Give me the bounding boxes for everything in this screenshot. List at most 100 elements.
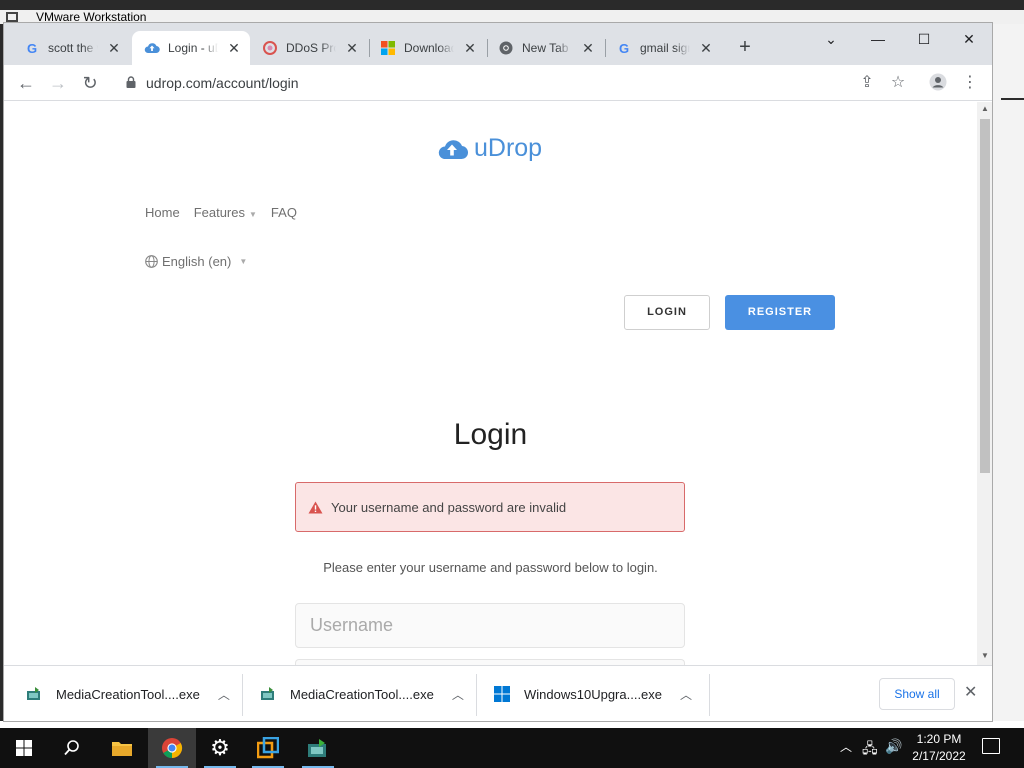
close-tab-icon[interactable]: ✕: [698, 40, 714, 56]
more-menu-icon[interactable]: ⋮: [960, 73, 980, 93]
system-clock[interactable]: 1:20 PM 2/17/2022: [906, 731, 972, 765]
google-icon: G: [618, 40, 630, 56]
folder-icon: [112, 742, 132, 756]
download-item[interactable]: Windows10Upgra....exe ︿: [494, 674, 692, 714]
caret-down-icon: ▼: [239, 257, 248, 266]
tab-title: New Tab: [522, 41, 569, 55]
tab-gmail[interactable]: G gmail sign ✕: [604, 31, 722, 65]
browser-toolbar: ← → ↻ udrop.com/account/login ⇪ ☆ ⋮: [4, 65, 992, 101]
notification-center-icon[interactable]: [982, 738, 1000, 754]
site-logo[interactable]: uDrop: [436, 134, 542, 163]
language-selector[interactable]: English (en) ▼: [145, 254, 247, 269]
maximize-button[interactable]: ☐: [910, 27, 938, 51]
chrome-icon: [498, 40, 514, 56]
tab-download[interactable]: Download ✕: [368, 31, 486, 65]
address-bar[interactable]: udrop.com/account/login: [146, 75, 299, 91]
close-tab-icon[interactable]: ✕: [580, 40, 596, 56]
taskbar-search[interactable]: [48, 728, 96, 768]
language-label: English (en): [162, 254, 232, 269]
tab-strip: G scott the w ✕ Login - uDr ✕ DDoS Prot …: [4, 23, 992, 65]
minimize-button[interactable]: —: [864, 27, 892, 51]
background-window-edge: [993, 24, 1024, 728]
register-button[interactable]: REGISTER: [725, 295, 835, 330]
download-filename: MediaCreationTool....exe: [56, 686, 200, 702]
close-download-shelf-icon[interactable]: ✕: [964, 682, 977, 702]
back-button[interactable]: ←: [14, 71, 38, 95]
taskbar-media-creation-tool[interactable]: [294, 728, 342, 768]
start-button[interactable]: [0, 728, 48, 768]
login-instructions: Please enter your username and password …: [323, 560, 658, 575]
download-filename: Windows10Upgra....exe: [524, 686, 663, 702]
reload-button[interactable]: ↻: [78, 71, 102, 95]
nav-home[interactable]: Home: [145, 205, 180, 220]
search-icon: [64, 740, 79, 756]
chrome-icon: [162, 738, 183, 759]
show-hidden-icons-chevron-icon[interactable]: ︿: [840, 738, 852, 755]
clock-time: 1:20 PM: [916, 732, 962, 746]
error-message: Your username and password are invalid: [331, 499, 567, 515]
tab-title: gmail sign: [640, 41, 690, 55]
error-alert: Your username and password are invalid: [295, 482, 685, 532]
ddos-icon: [262, 40, 278, 56]
close-window-button[interactable]: ✕: [955, 27, 983, 51]
chevron-up-icon[interactable]: ︿: [218, 686, 230, 703]
tab-login-udrop[interactable]: Login - uDr ✕: [132, 31, 250, 65]
bookmark-star-icon[interactable]: ☆: [888, 73, 908, 93]
download-filename: MediaCreationTool....exe: [290, 686, 434, 702]
chevron-up-icon[interactable]: ︿: [452, 686, 464, 703]
vmware-icon: [6, 12, 18, 22]
share-icon[interactable]: ⇪: [857, 73, 877, 93]
page-scrollbar[interactable]: ▲ ▼: [977, 102, 992, 665]
page-viewport: uDrop Home Features ▼ FAQ English (en) ▼ …: [4, 102, 977, 665]
nav-faq[interactable]: FAQ: [271, 205, 297, 220]
clock-date: 2/17/2022: [912, 749, 966, 763]
download-item[interactable]: MediaCreationTool....exe ︿: [26, 674, 230, 714]
tab-ddos[interactable]: DDoS Prot ✕: [250, 31, 368, 65]
lock-icon[interactable]: [126, 76, 136, 88]
taskbar-file-explorer[interactable]: [98, 728, 146, 768]
nav-features-label: Features: [193, 205, 245, 220]
scroll-up-arrow-icon[interactable]: ▲: [980, 104, 990, 113]
volume-icon[interactable]: 🔊: [885, 738, 902, 755]
taskbar: ⚙ ︿ 🖧 🔊 1:20 PM 2/17/2022: [0, 728, 1024, 768]
new-tab-button[interactable]: +: [735, 37, 755, 57]
forward-button[interactable]: →: [46, 71, 70, 95]
close-tab-icon[interactable]: ✕: [106, 40, 122, 56]
close-tab-icon[interactable]: ✕: [226, 40, 242, 56]
tab-scott[interactable]: G scott the w ✕: [12, 31, 130, 65]
nav-features[interactable]: Features ▼: [194, 205, 257, 220]
microsoft-icon: [380, 40, 396, 56]
show-all-downloads-button[interactable]: Show all: [879, 678, 955, 710]
chevron-up-icon[interactable]: ︿: [680, 686, 692, 703]
close-tab-icon[interactable]: ✕: [344, 40, 360, 56]
login-button[interactable]: LOGIN: [624, 295, 710, 330]
profile-icon[interactable]: [928, 73, 948, 93]
tab-title: Login - uDr: [168, 41, 218, 55]
taskbar-chrome[interactable]: [148, 728, 196, 768]
taskbar-vmware[interactable]: [244, 728, 292, 768]
download-item[interactable]: MediaCreationTool....exe ︿: [260, 674, 464, 714]
logo-text: uDrop: [474, 134, 543, 162]
taskbar-settings[interactable]: ⚙: [196, 728, 244, 768]
warning-icon: [308, 501, 323, 513]
google-icon: G: [26, 40, 38, 56]
tab-new-tab[interactable]: New Tab ✕: [486, 31, 604, 65]
network-icon[interactable]: 🖧: [862, 738, 878, 762]
scrollbar-thumb[interactable]: [980, 119, 990, 473]
windows-start-icon: [16, 740, 32, 756]
scroll-down-arrow-icon[interactable]: ▼: [980, 651, 990, 660]
media-creation-tool-icon: [308, 739, 326, 757]
tab-search-chevron-icon[interactable]: ⌄: [817, 27, 845, 51]
windows-icon: [494, 686, 510, 702]
background-window-strip: [0, 721, 1024, 728]
vmware-icon: [257, 737, 279, 759]
page-title: Login: [453, 418, 528, 451]
tab-title: Download: [404, 41, 454, 55]
media-creation-tool-icon: [27, 687, 40, 700]
close-tab-icon[interactable]: ✕: [462, 40, 478, 56]
tab-title: DDoS Prot: [286, 41, 336, 55]
media-creation-tool-icon: [261, 687, 274, 700]
username-input[interactable]: [295, 603, 685, 648]
browser-window: G scott the w ✕ Login - uDr ✕ DDoS Prot …: [3, 22, 993, 722]
tab-title: scott the w: [48, 41, 98, 55]
